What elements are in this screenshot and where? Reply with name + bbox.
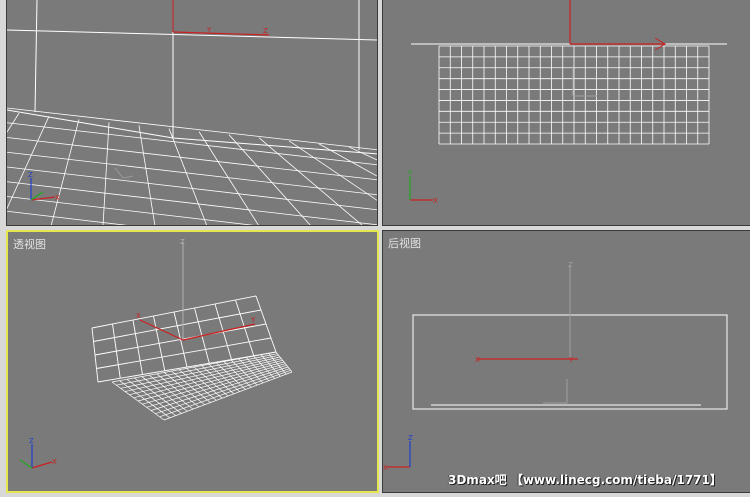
wall-outline xyxy=(7,0,377,155)
viewport-back[interactable]: 后视图 Z X Y Z X xyxy=(382,230,750,493)
svg-text:Y: Y xyxy=(206,26,212,34)
viewport-perspective-canvas: Z X Y X Z xyxy=(19,238,293,469)
svg-text:Y: Y xyxy=(407,169,413,177)
watermark-text: 3Dmax吧 【www.linecg.com/tieba/1771】 xyxy=(448,473,722,487)
svg-text:Y: Y xyxy=(250,316,256,324)
svg-text:X: X xyxy=(475,356,480,364)
floor-grid xyxy=(438,45,710,145)
floor-mesh xyxy=(111,351,293,421)
svg-text:Z: Z xyxy=(28,171,33,179)
svg-text:Z: Z xyxy=(29,437,34,445)
svg-text:Z: Z xyxy=(408,434,413,442)
transform-gizmo-icon xyxy=(569,0,666,97)
svg-text:X: X xyxy=(55,194,60,202)
xyz-axis-tripod-icon: X Z xyxy=(28,171,60,202)
viewport-perspective[interactable]: 透视图 Z X Y X Z xyxy=(6,230,379,493)
svg-text:X: X xyxy=(52,458,57,466)
viewport-top-left[interactable]: Y Z X Z xyxy=(6,0,378,226)
xyz-axis-tripod-icon: Y X xyxy=(407,169,438,205)
svg-text:Z: Z xyxy=(568,261,573,269)
viewport-back-canvas: Z X Y Z X xyxy=(383,261,728,472)
viewport-top-left-canvas: Y Z X Z xyxy=(7,0,377,225)
svg-text:Z: Z xyxy=(180,238,185,246)
floor-grid xyxy=(7,107,377,225)
transform-gizmo-icon: Z X Y xyxy=(475,261,578,404)
xyz-axis-tripod-icon: X Z xyxy=(19,437,57,469)
viewport-top-right-canvas: Y X xyxy=(407,0,727,205)
viewport-top-right[interactable]: Y X xyxy=(382,0,750,226)
svg-text:X: X xyxy=(383,464,388,472)
svg-text:Z: Z xyxy=(263,27,268,35)
svg-text:X: X xyxy=(136,312,141,320)
xyz-axis-tripod-icon: Z X xyxy=(383,434,413,472)
transform-gizmo-icon: Z X Y xyxy=(136,238,256,341)
svg-text:X: X xyxy=(433,197,438,205)
svg-text:Y: Y xyxy=(568,356,574,364)
transform-gizmo-icon: Y Z xyxy=(114,0,270,179)
